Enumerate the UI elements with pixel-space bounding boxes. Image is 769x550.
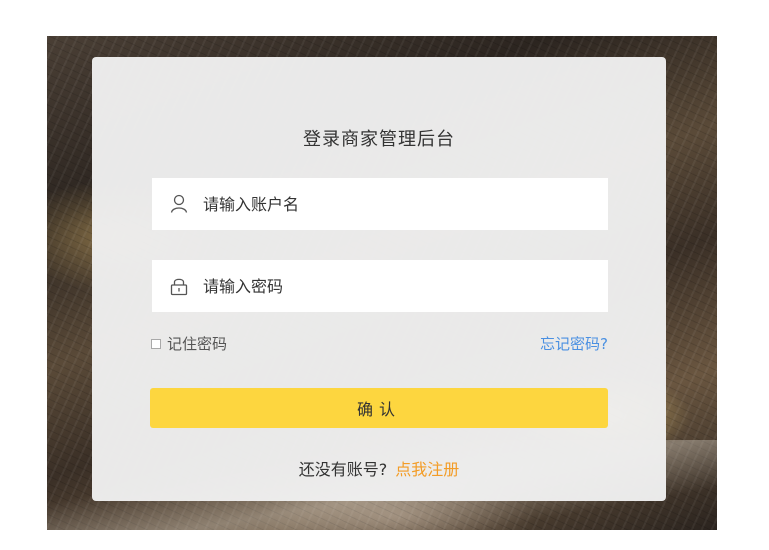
no-account-text: 还没有账号? — [298, 460, 388, 479]
confirm-button[interactable]: 确认 — [150, 388, 608, 428]
login-card: 登录商家管理后台 记住密码 忘记密码? 确认 还没有账号? 点我注册 — [92, 57, 666, 501]
lock-icon — [169, 276, 189, 296]
password-input[interactable] — [203, 260, 608, 312]
password-field[interactable] — [152, 260, 608, 312]
register-link[interactable]: 点我注册 — [395, 460, 459, 479]
username-field[interactable] — [152, 178, 608, 230]
username-input[interactable] — [203, 178, 608, 230]
remember-label: 记住密码 — [167, 335, 228, 353]
checkbox-icon[interactable] — [151, 338, 161, 349]
remember-password[interactable]: 记住密码 — [151, 333, 227, 354]
user-icon — [169, 194, 189, 214]
forgot-password-link[interactable]: 忘记密码? — [540, 333, 608, 354]
register-row: 还没有账号? 点我注册 — [92, 456, 666, 480]
login-title: 登录商家管理后台 — [303, 129, 455, 150]
